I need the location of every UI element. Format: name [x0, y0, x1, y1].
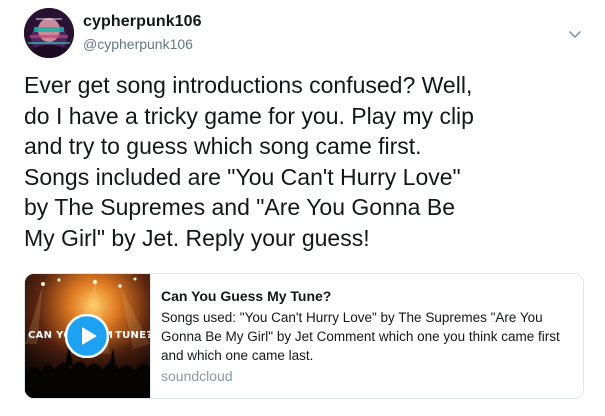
- display-name[interactable]: cypherpunk106: [83, 13, 202, 31]
- chevron-down-icon[interactable]: [566, 25, 584, 43]
- avatar-image: [24, 8, 74, 58]
- card-title: Can You Guess My Tune?: [161, 288, 332, 304]
- tweet: cypherpunk106 @cypherpunk106 Ever get so…: [0, 0, 605, 416]
- tweet-text: Ever get song introductions confused? We…: [24, 72, 474, 251]
- link-card[interactable]: CAN YO GU M TUNE? Can You Guess My Tune?…: [24, 273, 584, 399]
- thumbnail-text-right: TUNE?: [115, 330, 151, 341]
- card-domain: soundcloud: [161, 368, 233, 384]
- play-icon[interactable]: [64, 313, 110, 359]
- user-handle[interactable]: @cypherpunk106: [83, 36, 193, 52]
- avatar[interactable]: [24, 8, 74, 58]
- card-body: Can You Guess My Tune? Songs used: "You …: [161, 288, 573, 365]
- card-thumbnail[interactable]: CAN YO GU M TUNE?: [25, 274, 151, 398]
- card-description: Songs used: "You Can't Hurry Love" by Th…: [161, 310, 560, 363]
